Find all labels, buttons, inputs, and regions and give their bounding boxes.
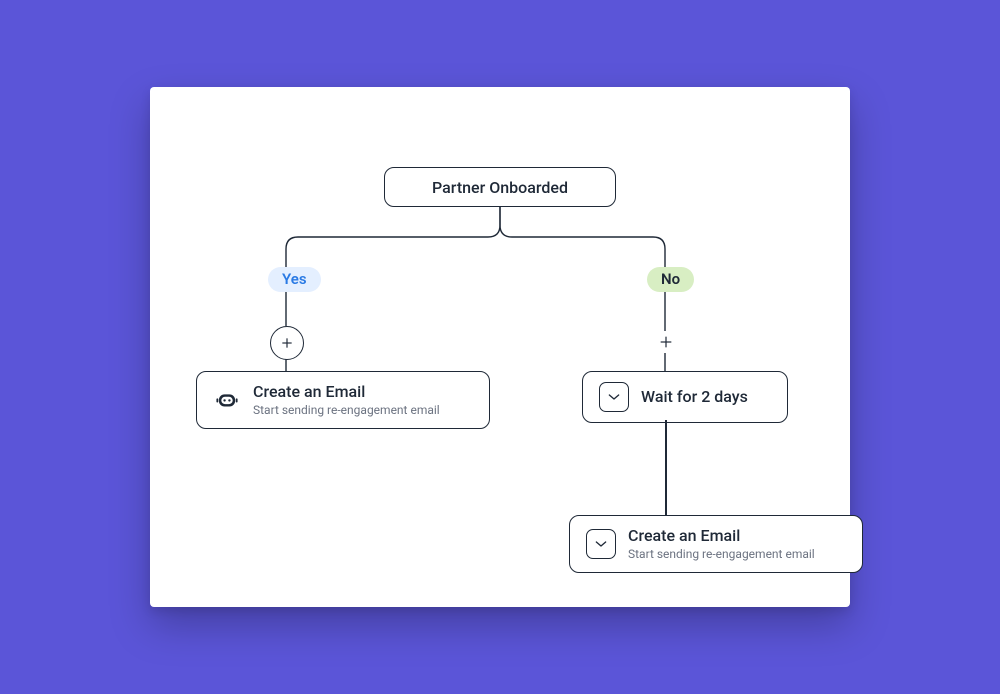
node-subtitle: Start sending re-engagement email: [628, 547, 815, 562]
node-title: Create an Email: [628, 526, 815, 546]
branch-pill-yes-label: Yes: [282, 270, 307, 288]
add-step-no-button[interactable]: [655, 331, 677, 353]
add-step-yes-button[interactable]: [270, 326, 304, 360]
connector: [665, 420, 667, 515]
root-node-label: Partner Onboarded: [432, 178, 568, 197]
node-create-email-yes[interactable]: Create an Email Start sending re-engagem…: [196, 371, 490, 429]
envelope-icon: [586, 529, 616, 559]
branch-pill-no-label: No: [661, 270, 680, 288]
bot-email-icon: [213, 386, 241, 414]
plus-icon: [658, 334, 674, 350]
envelope-icon: [599, 382, 629, 412]
branch-pill-no[interactable]: No: [647, 267, 694, 292]
node-wait[interactable]: Wait for 2 days: [582, 371, 788, 423]
plus-icon: [280, 336, 294, 350]
branch-pill-yes[interactable]: Yes: [268, 267, 321, 292]
node-subtitle: Start sending re-engagement email: [253, 403, 440, 418]
workflow-canvas: Partner Onboarded Yes No Cr: [150, 87, 850, 607]
root-node[interactable]: Partner Onboarded: [384, 167, 616, 207]
node-title: Create an Email: [253, 382, 440, 402]
node-title: Wait for 2 days: [641, 387, 748, 407]
node-create-email-no[interactable]: Create an Email Start sending re-engagem…: [569, 515, 863, 573]
